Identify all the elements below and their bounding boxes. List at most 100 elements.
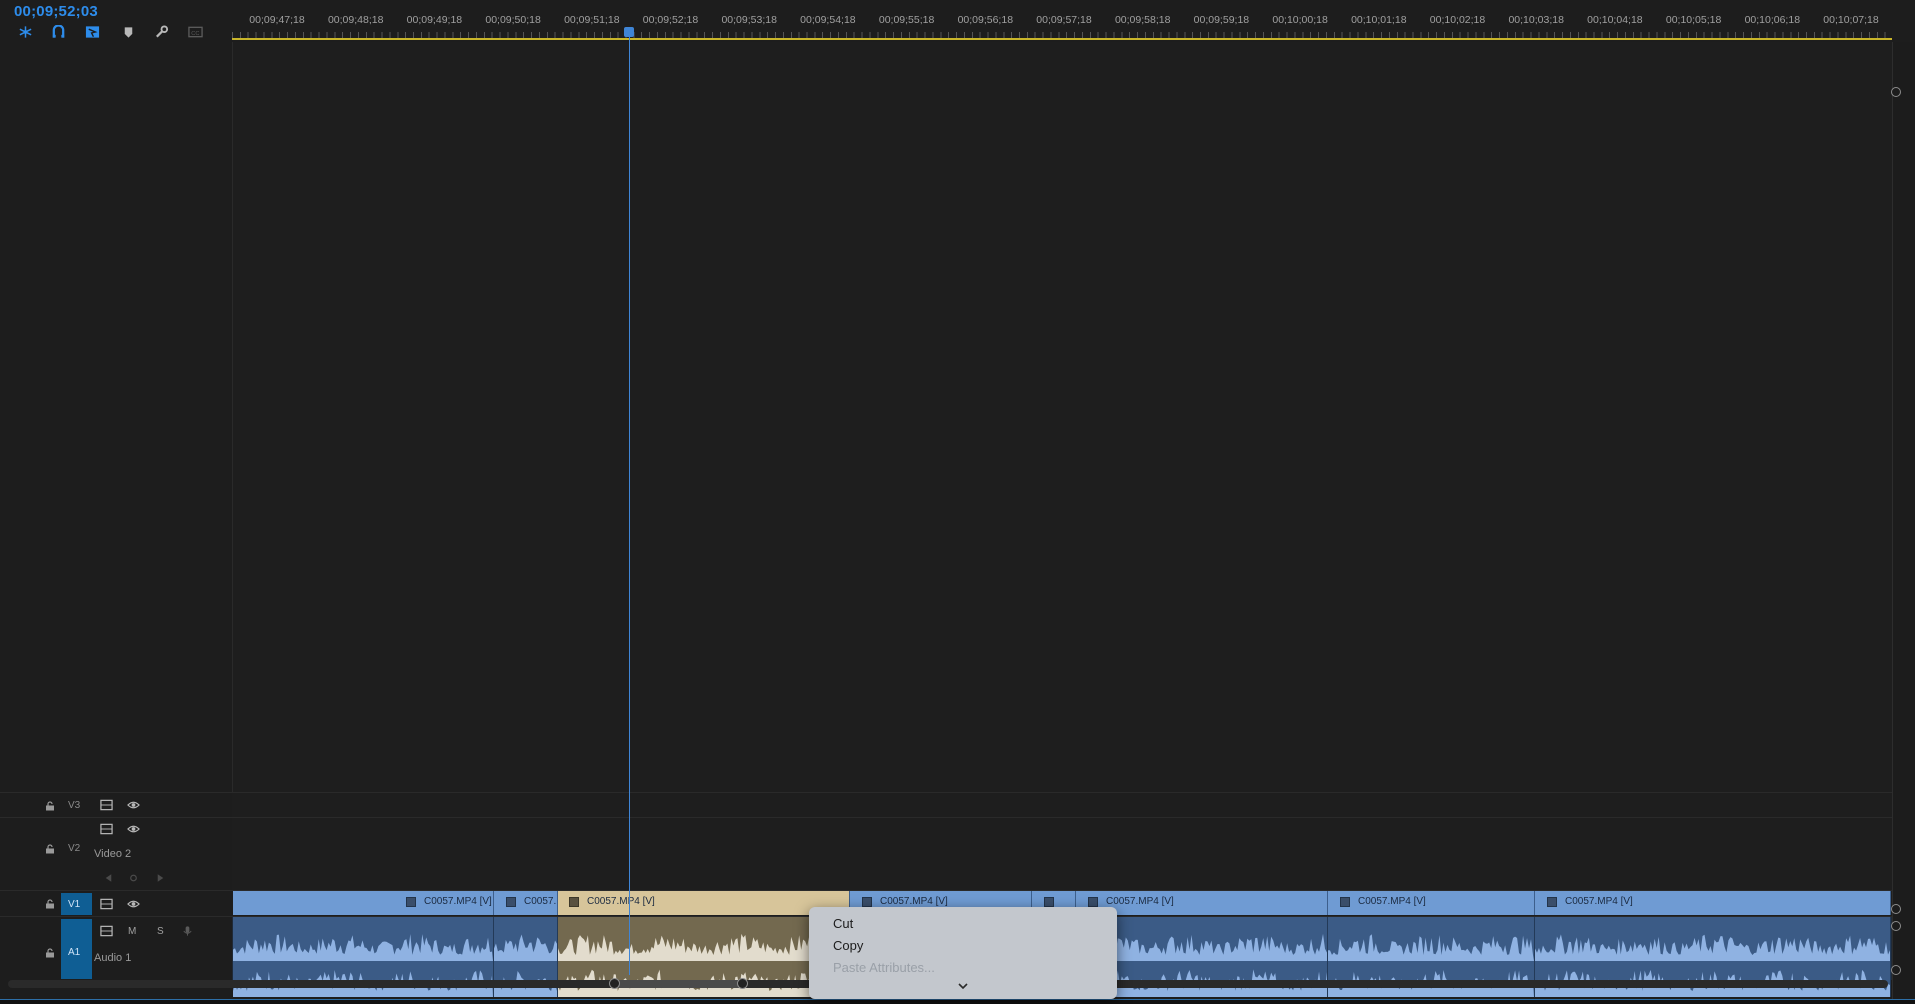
work-area-bar[interactable] <box>232 38 1892 40</box>
time-ruler[interactable]: 00;09;47;18 00;09;48;18 00;09;49;18 00;09;5… <box>232 0 1892 42</box>
ruler-tick-label: 00;09;56;18 <box>957 14 1014 26</box>
ruler-tick-label: 00;10;05;18 <box>1665 14 1722 26</box>
ruler-tick-label: 00;09;51;18 <box>564 14 620 26</box>
lock-icon[interactable] <box>45 899 55 909</box>
ruler-tick-label: 00;10;03;18 <box>1508 14 1564 26</box>
timeline-header: 00;09;52;03 CC <box>0 0 232 42</box>
vertical-scroll-handle[interactable] <box>1891 965 1901 975</box>
menu-item-cut[interactable]: Cut <box>833 916 853 931</box>
track-name[interactable]: Audio 1 <box>94 952 131 964</box>
ruler-tick-label: 00;09;55;18 <box>878 14 935 26</box>
track-name[interactable]: Video 2 <box>94 848 131 860</box>
waveform <box>233 934 493 961</box>
waveform <box>233 970 493 997</box>
snap-icon[interactable] <box>17 25 33 39</box>
zoom-handle-right[interactable] <box>737 978 748 989</box>
marker-icon[interactable] <box>120 25 136 39</box>
playhead-line[interactable] <box>629 30 630 975</box>
add-keyframe-icon[interactable] <box>126 872 140 884</box>
fx-badge-icon <box>1547 897 1557 907</box>
vertical-scroll-handle[interactable] <box>1891 904 1901 914</box>
track-header-v1: V1 <box>0 890 232 916</box>
track-id[interactable]: V3 <box>68 800 80 811</box>
toggle-sync-lock-icon[interactable] <box>99 925 113 937</box>
microphone-icon[interactable] <box>180 925 194 937</box>
ruler-tick-label: 00;09;48;18 <box>327 14 384 26</box>
svg-text:CC: CC <box>191 31 199 37</box>
video-clip[interactable]: C0057.MP4 [V] <box>1328 891 1535 915</box>
eye-icon[interactable] <box>126 823 140 835</box>
playhead-timecode[interactable]: 00;09;52;03 <box>14 3 98 20</box>
panel-bottom-border <box>0 999 1915 1004</box>
video-clip[interactable]: C0057. <box>494 891 558 915</box>
lock-icon[interactable] <box>45 948 55 958</box>
lock-icon[interactable] <box>45 844 55 854</box>
chevron-down-icon[interactable] <box>957 981 969 991</box>
fx-badge-icon <box>862 897 872 907</box>
ruler-tick-label: 00;10;00;18 <box>1272 14 1328 26</box>
ruler-labels: 00;09;47;18 00;09;48;18 00;09;49;18 00;09;5… <box>232 14 1892 28</box>
video-clip-selected[interactable]: C0057.MP4 [V] <box>558 891 850 915</box>
track-id[interactable]: A1 <box>68 947 80 958</box>
ruler-tick-label: 00;09;57;18 <box>1036 14 1092 26</box>
ruler-tick-label: 00;09;52;18 <box>642 14 699 26</box>
ruler-tick-label: 00;10;01;18 <box>1351 14 1407 26</box>
video-clip[interactable]: C0057.MP4 [V] <box>1535 891 1891 915</box>
waveform <box>1535 934 1890 961</box>
fx-badge-icon <box>1088 897 1098 907</box>
fx-badge-icon <box>506 897 516 907</box>
fx-badge-icon <box>569 897 579 907</box>
ruler-tick-label: 00;09;54;18 <box>800 14 856 26</box>
toggle-sync-lock-icon[interactable] <box>99 898 113 910</box>
linked-selection-icon[interactable] <box>50 25 66 39</box>
ruler-tick-label: 00;10;07;18 <box>1823 14 1879 26</box>
ruler-tick-label: 00;10;06;18 <box>1744 14 1801 26</box>
playhead-handle[interactable] <box>624 27 634 37</box>
eye-icon[interactable] <box>126 799 140 811</box>
add-marker-icon[interactable] <box>84 25 100 39</box>
waveform <box>558 933 849 961</box>
captions-icon[interactable]: CC <box>187 25 203 39</box>
waveform <box>1328 970 1534 997</box>
waveform <box>494 934 557 961</box>
context-menu: Cut Copy Paste Attributes... <box>809 907 1117 999</box>
waveform <box>494 970 557 997</box>
solo-button[interactable]: S <box>157 926 164 937</box>
ruler-tick-label: 00;09;58;18 <box>1114 14 1171 26</box>
eye-icon[interactable] <box>126 898 140 910</box>
ruler-tick-label: 00;09;49;18 <box>406 14 463 26</box>
mute-button[interactable]: M <box>128 926 136 937</box>
toggle-sync-lock-icon[interactable] <box>99 799 113 811</box>
track-header-v3: V3 <box>0 792 232 817</box>
waveform <box>558 969 849 997</box>
vertical-zoom-column <box>1892 42 1915 1004</box>
track-header-empty-area <box>0 42 232 792</box>
ruler-tick-label: 00;09;59;18 <box>1193 14 1250 26</box>
menu-item-copy[interactable]: Copy <box>833 938 863 953</box>
vertical-scroll-handle-top[interactable] <box>1891 87 1901 97</box>
previous-keyframe-icon[interactable] <box>101 872 115 884</box>
ruler-tick-label: 00;10;02;18 <box>1429 14 1486 26</box>
lock-icon[interactable] <box>45 801 55 811</box>
ruler-tick-label: 00;09;53;18 <box>721 14 777 26</box>
timeline-track-area[interactable] <box>232 42 1892 792</box>
track-v3[interactable] <box>232 792 1892 817</box>
fx-badge-icon <box>406 897 416 907</box>
fx-badge-icon <box>1340 897 1350 907</box>
video-clip[interactable]: C0057.MP4 [V] <box>233 891 494 915</box>
premiere-timeline-panel: 00;09;52;03 CC 00;09;47;18 00;09;48;18 00;… <box>0 0 1915 1004</box>
vertical-scroll-handle[interactable] <box>1891 921 1901 931</box>
track-id[interactable]: V1 <box>68 899 80 910</box>
next-keyframe-icon[interactable] <box>153 872 167 884</box>
wrench-icon[interactable] <box>153 25 169 39</box>
ruler-tick-label: 00;09;50;18 <box>485 14 541 26</box>
zoom-handle-left[interactable] <box>609 978 620 989</box>
ruler-tick-label: 00;09;47;18 <box>249 14 305 26</box>
track-v2[interactable] <box>232 817 1892 890</box>
toggle-sync-lock-icon[interactable] <box>99 823 113 835</box>
track-header-v2: V2 Video 2 <box>0 817 232 890</box>
menu-item-paste-attributes: Paste Attributes... <box>833 960 935 975</box>
waveform <box>1328 934 1534 961</box>
track-id[interactable]: V2 <box>68 843 80 854</box>
horizontal-scroll-thumb[interactable] <box>614 980 742 988</box>
